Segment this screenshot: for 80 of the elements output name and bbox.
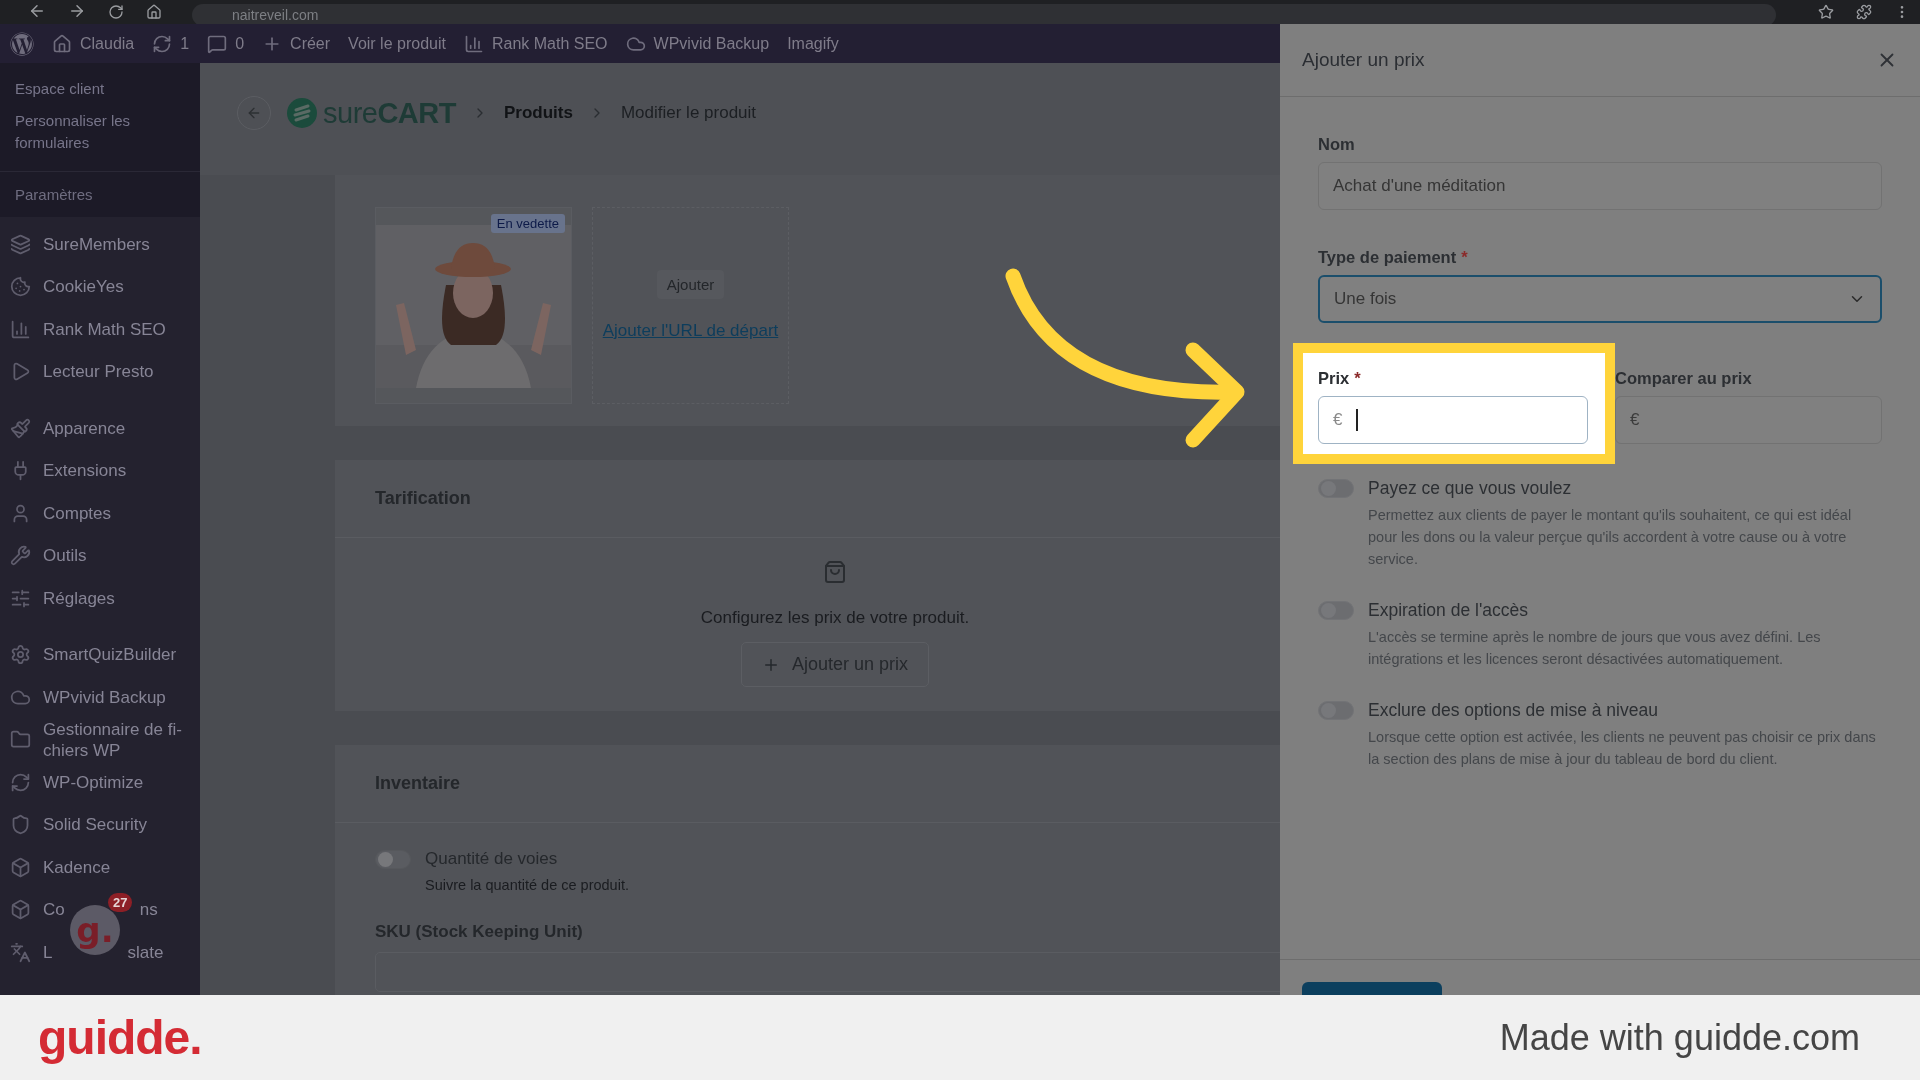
home-icon[interactable] — [146, 4, 162, 20]
input-field[interactable]: € — [1615, 396, 1882, 444]
star-icon[interactable] — [1818, 4, 1834, 20]
notification-badge: 27 — [108, 893, 133, 912]
sidebar-item[interactable]: CookieYes — [0, 265, 200, 308]
toggle-description: L'accès se termine après le nombre de jours que vous avez défini. Les intégrations et les licences seront désactivées automatiquement. — [1368, 628, 1822, 669]
sliders-icon — [10, 587, 31, 609]
select-field[interactable]: Une fois — [1318, 275, 1882, 323]
sidebar-item[interactable]: SmartQuizBuilder — [0, 633, 200, 676]
admin-bar-item[interactable] — [10, 31, 34, 56]
featured-badge: En vedette — [490, 214, 565, 233]
wordpress-logo-icon — [10, 31, 34, 56]
bar-chart-icon — [10, 318, 31, 340]
input-field[interactable] — [375, 952, 1280, 992]
home-icon — [52, 33, 72, 54]
forward-icon[interactable] — [68, 2, 86, 20]
admin-bar-item[interactable]: WPvivid Backup — [625, 33, 770, 54]
field-label: Type de paiement * — [1318, 248, 1469, 267]
admin-bar-item[interactable]: Imagify — [787, 34, 839, 53]
toggle-switch[interactable] — [375, 850, 411, 869]
brush-icon — [10, 417, 31, 439]
sidebar-item[interactable]: Rank Math SEO — [0, 308, 200, 351]
sidebar-item[interactable]: Solid Security — [0, 803, 200, 846]
toggle-description: Suivre la quantité de ce produit. — [425, 876, 629, 895]
wrench-icon — [10, 545, 31, 567]
reload-icon[interactable] — [108, 4, 124, 20]
sidebar-item[interactable]: Kadence — [0, 846, 200, 889]
input-field[interactable]: Achat d'une méditation — [1318, 162, 1882, 210]
empty-state-text: Configurez les prix de votre produit. — [700, 608, 970, 628]
sidebar-item[interactable]: Réglages — [0, 577, 200, 620]
breadcrumb-link[interactable]: Produits — [503, 103, 573, 123]
admin-bar-item[interactable]: Créer — [262, 33, 331, 54]
sidebar-item[interactable]: WPvivid Backup — [0, 676, 200, 719]
comment-icon — [207, 33, 228, 54]
gear-icon — [10, 644, 31, 666]
refresh-icon — [152, 33, 173, 54]
admin-bar-item[interactable]: 0 — [207, 33, 245, 54]
admin-bar-item[interactable]: Voir le produit — [348, 34, 446, 53]
field-label: Comparer au prix — [1615, 369, 1753, 388]
submenu-link[interactable]: Personnaliser les formulaires — [0, 105, 200, 159]
translate-icon — [10, 941, 31, 963]
back-icon[interactable] — [28, 2, 46, 20]
toggle-label: Payez ce que vous voulez — [1368, 478, 1573, 499]
sidebar-item[interactable]: Gestionnaire de fi-chiers WP — [0, 718, 200, 761]
guidde-logo: guidde. — [38, 1010, 202, 1065]
sidebar-item[interactable]: SureMembers — [0, 223, 200, 266]
admin-bar-item[interactable]: 1 — [152, 33, 190, 54]
field-label: Prix * — [1318, 369, 1362, 388]
cookie-icon — [10, 276, 31, 298]
toggle-description: Lorsque cette option est activée, les clients ne peuvent pas choisir ce prix dans la section des plans de mise à jour du tableau de bord du client. — [1368, 728, 1877, 769]
toggle-label: Exclure des options de mise à niveau — [1368, 700, 1659, 721]
admin-bar-item[interactable]: Claudia — [52, 33, 135, 54]
field-label: Nom — [1318, 135, 1356, 154]
sidebar-item[interactable]: Lecteur Presto — [0, 350, 200, 393]
sidebar-link[interactable]: ns — [139, 899, 158, 921]
admin-bar-item[interactable]: Rank Math SEO — [463, 33, 608, 54]
footer-text: Made with guidde.com — [1499, 1016, 1860, 1059]
product-image[interactable]: En vedette — [375, 207, 572, 404]
shield-icon — [10, 814, 31, 836]
toggle-label: Expiration de l'accès — [1368, 600, 1529, 621]
drawer-title: Ajouter un prix — [1302, 49, 1425, 71]
sidebar-item[interactable]: Comptes — [0, 492, 200, 535]
refresh-icon — [10, 771, 31, 793]
toggle-description: Permettez aux clients de payer le montant qu'ils souhaitent, ce qui est idéal pour les dons ou la valeur perçue qu'ils accordent à votre cause ou à votre service. — [1368, 506, 1853, 569]
sidebar-item[interactable]: Extensions — [0, 449, 200, 492]
sidebar-link[interactable]: Co — [43, 899, 65, 921]
box-icon — [10, 899, 31, 921]
bar-chart-icon — [463, 33, 484, 54]
url-field[interactable]: naitreveil.com — [192, 4, 1776, 26]
submenu-link[interactable]: Espace client — [0, 73, 200, 105]
sidebar-link[interactable]: slate — [127, 941, 164, 963]
sidebar-item[interactable]: Outils — [0, 534, 200, 577]
sidebar-item[interactable]: Apparence — [0, 407, 200, 450]
input-field[interactable]: € — [1318, 396, 1588, 444]
puzzle-icon[interactable] — [1856, 4, 1872, 20]
layers-icon — [10, 233, 31, 255]
box-icon — [10, 856, 31, 878]
shopping-bag-icon — [823, 560, 847, 584]
sidebar-item[interactable]: WP-Optimize — [0, 761, 200, 804]
sidebar-link[interactable]: L — [43, 941, 53, 963]
